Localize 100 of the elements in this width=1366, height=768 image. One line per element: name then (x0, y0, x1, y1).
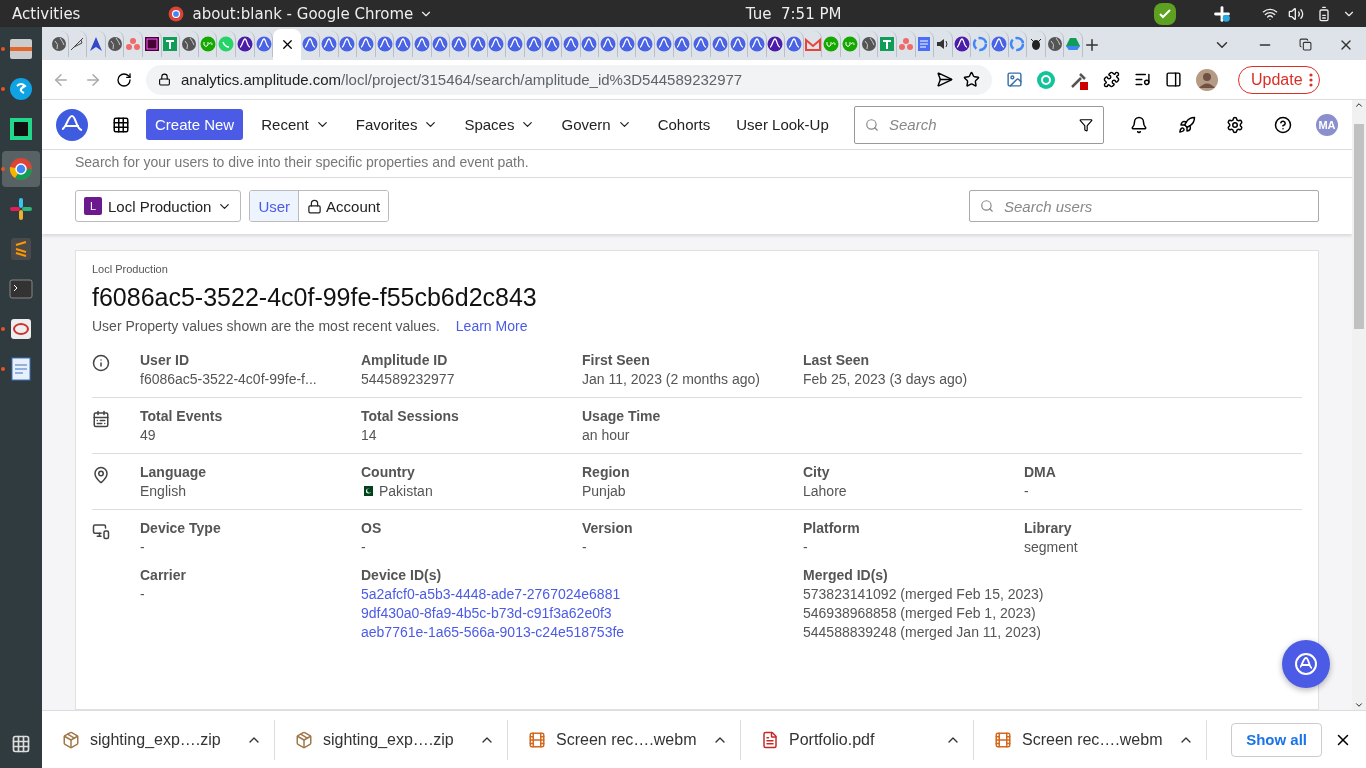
clock[interactable]: Tue 7:51 PM (745, 4, 842, 23)
wave-icon (525, 36, 542, 52)
dots-icon (125, 36, 142, 52)
avatar[interactable] (1196, 68, 1218, 91)
rocket-icon[interactable] (1178, 115, 1196, 134)
property-value: 544589232977 (361, 371, 455, 387)
wave-icon (506, 36, 523, 52)
filter-icon[interactable] (1079, 117, 1093, 132)
bookmark-icon[interactable] (963, 71, 980, 88)
document-icon (916, 36, 933, 52)
device-id-link[interactable]: aeb7761e-1a65-566a-9013-c24e518753fe (361, 624, 625, 640)
property-label: Last Seen (803, 352, 870, 368)
nav-menu[interactable]: Favorites (347, 116, 447, 133)
square-icon (143, 36, 160, 52)
extensions-icon[interactable] (1103, 71, 1120, 88)
property-value: - (140, 539, 145, 555)
property-value: - (803, 539, 808, 555)
wave-icon (711, 36, 728, 52)
send-icon[interactable] (936, 71, 953, 88)
property-label: Library (1024, 520, 1072, 536)
slack-icon (1212, 3, 1232, 24)
device-id-link[interactable]: 9df430a0-8fa9-4b5c-b73d-c91f3a62e0f3 (361, 605, 612, 621)
search-input[interactable]: Search (887, 115, 1071, 134)
wave-icon (395, 36, 412, 52)
running-dot (1, 167, 5, 171)
wave-icon (618, 36, 635, 52)
project-dropdown[interactable]: L Locl Production (75, 190, 242, 222)
toggle-option[interactable]: Account (298, 191, 389, 221)
skype-icon[interactable] (7, 75, 35, 103)
nav-menu[interactable]: Spaces (456, 116, 544, 133)
wave-icon (544, 36, 561, 52)
bell-icon[interactable] (1130, 115, 1148, 134)
browser-tab[interactable] (273, 29, 302, 60)
nav-menu[interactable]: Recent (253, 116, 338, 133)
search-icon (980, 199, 994, 213)
flag-icon (361, 486, 373, 496)
image-icon[interactable] (1006, 71, 1023, 88)
nav-menu[interactable]: Govern (553, 116, 640, 133)
side-panel-icon[interactable] (1165, 71, 1182, 88)
info-icon (92, 354, 110, 372)
wave-icon (562, 36, 579, 52)
property-label: Usage Time (582, 408, 661, 424)
merged-id: 546938968858 (merged Feb 1, 2023) (803, 605, 1036, 621)
download-item[interactable]: sighting_exp….zip (42, 719, 275, 760)
search-users-field[interactable]: Search users (969, 190, 1319, 222)
wave-icon (451, 36, 468, 52)
bug-icon (1028, 36, 1044, 52)
app-menu[interactable]: about:blank - Google Chrome (192, 4, 414, 23)
search-users-input[interactable]: Search users (1002, 196, 1308, 216)
film-icon (528, 730, 546, 749)
running-dot (1, 327, 5, 331)
scroll-down-icon[interactable] (1354, 700, 1364, 710)
learn-more-link[interactable]: Learn More (455, 318, 528, 334)
merged-id: 544588839248 (merged Jan 11, 2023) (803, 624, 1041, 640)
ring-icon (972, 36, 989, 52)
activities-button[interactable]: Activities (12, 4, 81, 23)
restore-icon[interactable] (1299, 38, 1312, 51)
battery-icon (1316, 5, 1332, 22)
nav-menu[interactable]: Cohorts (649, 116, 719, 133)
download-item[interactable]: Screen rec….webm (974, 719, 1207, 760)
create-new-button[interactable]: Create New (146, 109, 244, 140)
property-label: User ID (140, 352, 190, 368)
running-dot (1, 367, 5, 371)
property-label: Amplitude ID (361, 352, 448, 368)
reload-icon[interactable] (116, 71, 132, 88)
property-value: - (1024, 483, 1029, 499)
property-value: English (140, 483, 186, 499)
wave-icon (599, 36, 616, 52)
code-app-icon[interactable] (7, 115, 35, 143)
property-value: Feb 25, 2023 (3 days ago) (803, 371, 968, 387)
property-label: Total Events (140, 408, 223, 424)
logo-icon[interactable] (56, 108, 88, 141)
download-item[interactable]: Portfolio.pdf (741, 719, 974, 760)
address-bar[interactable]: analytics.amplitude.com/locl/project/315464/search/amplitude_id%3D544589232977 (146, 64, 992, 95)
device-id-link[interactable]: 5a2afcf0-a5b3-4448-ade7-2767024e6881 (361, 586, 621, 602)
wave-icon (488, 36, 505, 52)
slack-icon[interactable] (7, 195, 35, 223)
running-dot (1, 87, 5, 91)
download-item[interactable]: sighting_exp….zip (275, 719, 508, 760)
search-field[interactable]: Search (854, 105, 1104, 144)
wave-icon (302, 36, 319, 52)
scrollbar-thumb[interactable] (1354, 124, 1364, 329)
logo-icon (1294, 652, 1318, 676)
toggle-option[interactable]: User (250, 191, 299, 221)
scroll-up-icon[interactable] (1354, 100, 1364, 110)
more-icon (1308, 72, 1313, 87)
show-all-button[interactable]: Show all (1231, 722, 1322, 757)
nav-menu[interactable]: User Look-Up (728, 116, 837, 133)
settings-icon[interactable] (1226, 115, 1244, 134)
property-value: Jan 11, 2023 (2 months ago) (582, 371, 760, 387)
download-item[interactable]: Screen rec….webm (508, 719, 741, 760)
app-grid-icon[interactable] (11, 734, 31, 754)
package-icon (62, 730, 80, 749)
globe-icon (181, 36, 198, 52)
media-icon[interactable] (1134, 71, 1151, 88)
update-button[interactable]: Update (1238, 65, 1320, 94)
feather-icon (69, 36, 86, 52)
property-label: DMA (1024, 464, 1056, 480)
apps-icon[interactable] (112, 115, 130, 134)
help-icon[interactable] (1274, 115, 1292, 134)
